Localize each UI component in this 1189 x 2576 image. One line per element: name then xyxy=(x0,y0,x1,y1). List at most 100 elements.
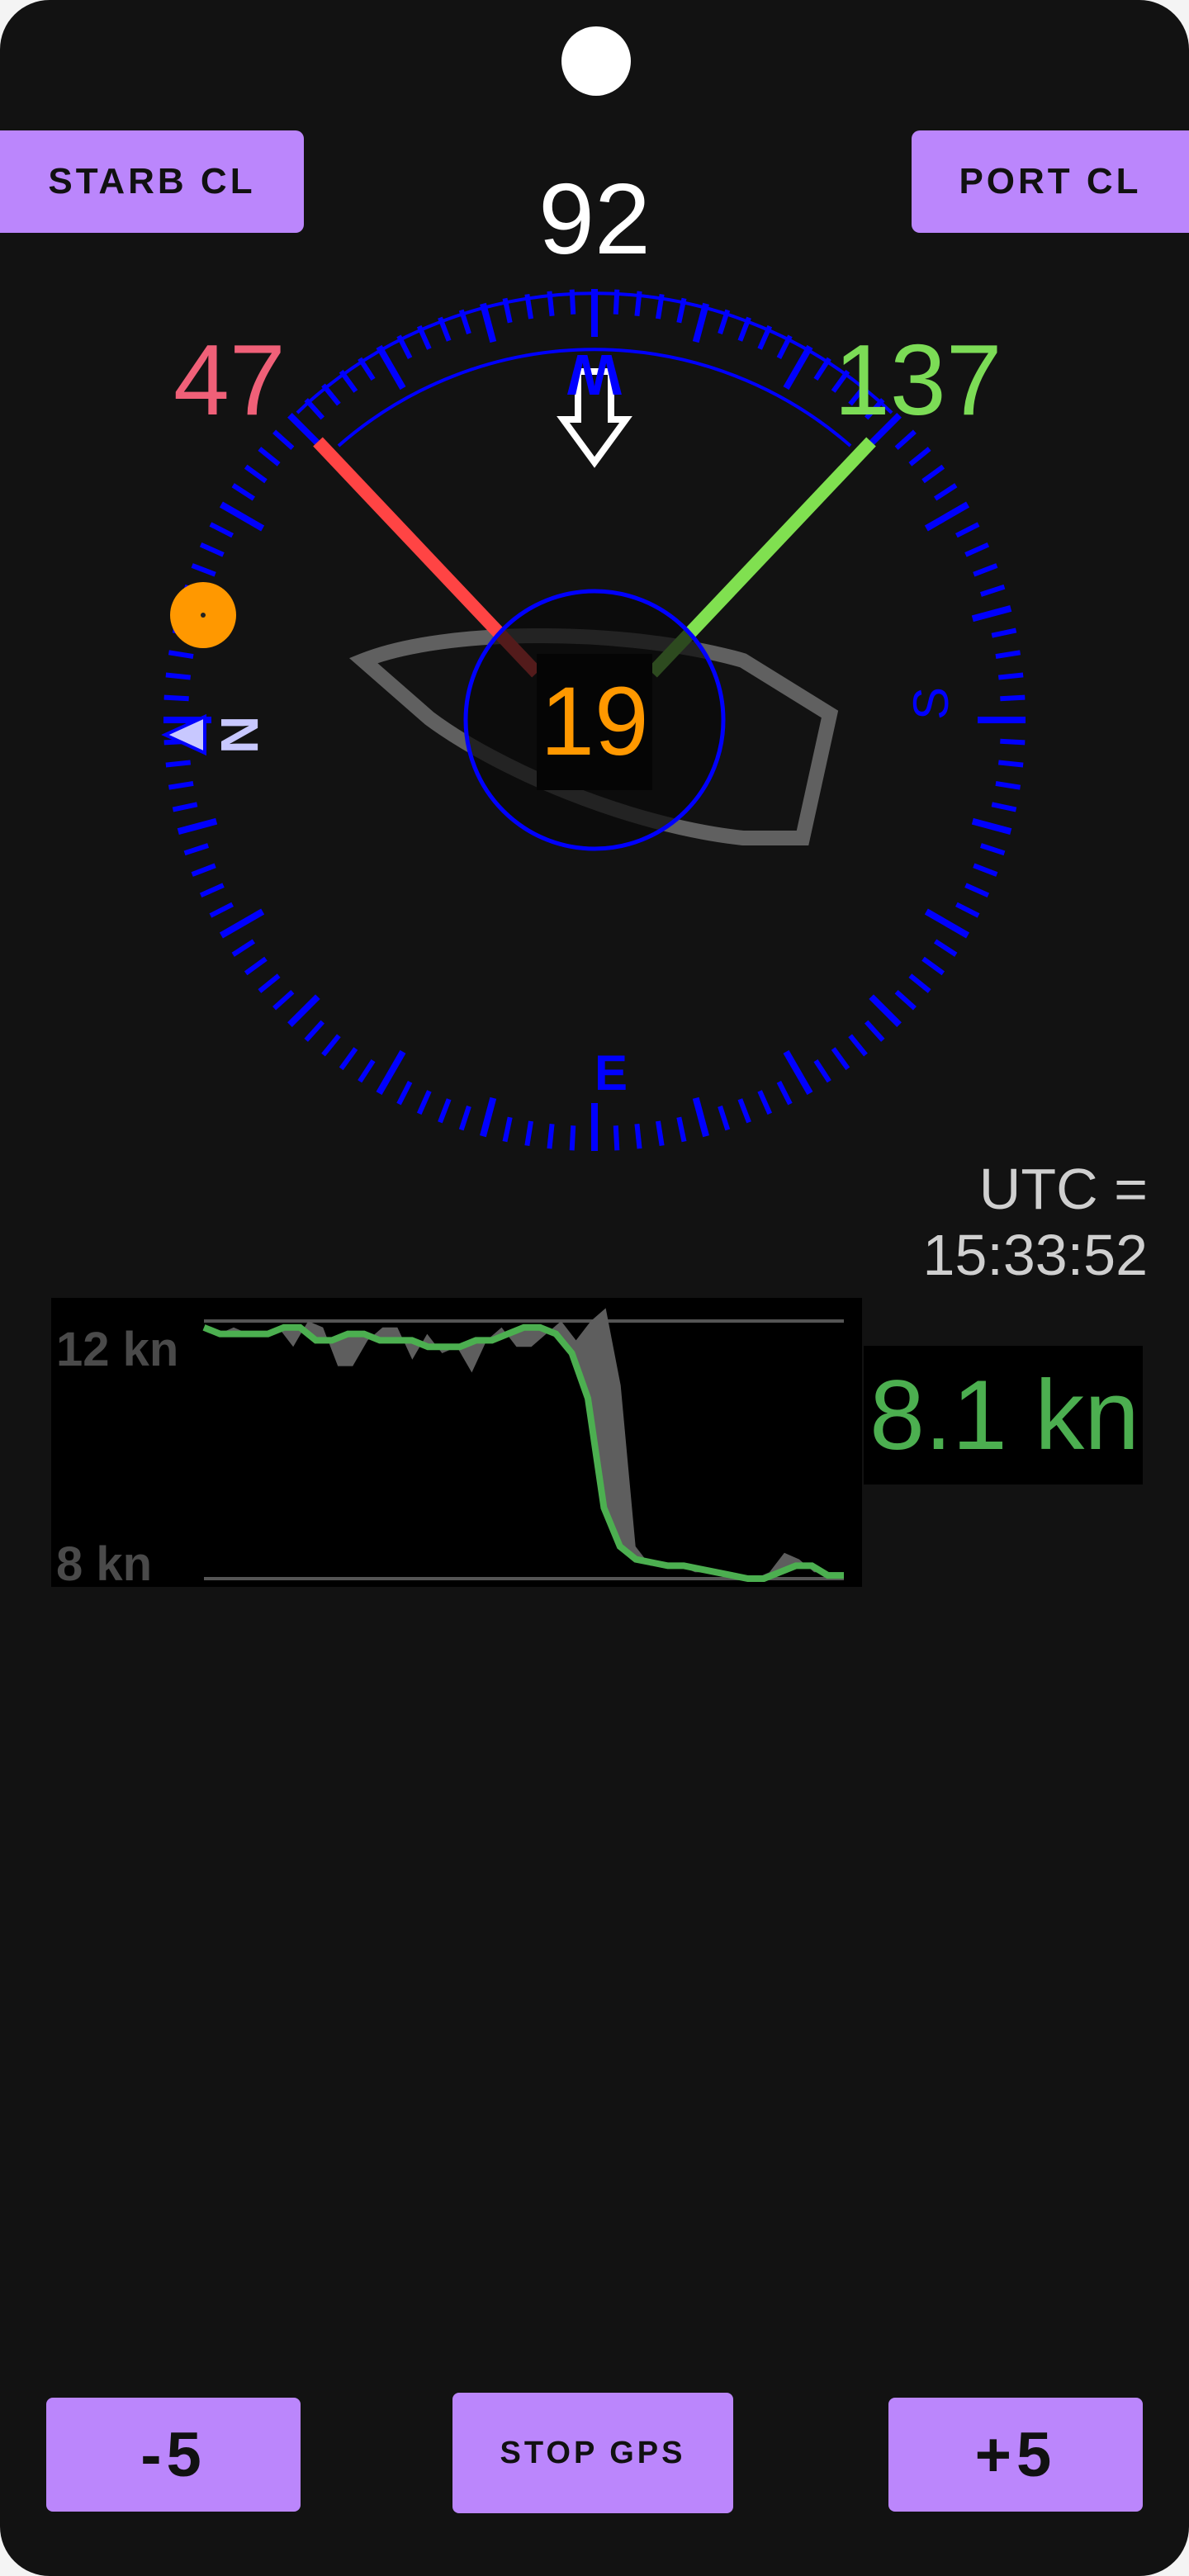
compass-tick xyxy=(924,908,970,939)
compass-tick xyxy=(376,1049,406,1096)
compass-tick xyxy=(163,694,189,702)
heading-value: 92 xyxy=(538,163,651,275)
compass-tick xyxy=(692,302,709,343)
current-speed: 8.1 kn xyxy=(864,1346,1143,1485)
compass-east-label: E xyxy=(594,1045,628,1101)
compass-tick xyxy=(813,1058,831,1083)
compass-tick xyxy=(971,817,1012,835)
compass-tick xyxy=(656,1120,665,1147)
compass-tick xyxy=(177,817,218,835)
compass-tick xyxy=(864,1020,885,1042)
compass-south-label: S xyxy=(903,687,959,720)
compass-tick xyxy=(547,1123,555,1149)
compass-tick xyxy=(168,781,194,790)
compass-tick xyxy=(396,1081,413,1106)
minus-five-button[interactable]: -5 xyxy=(46,2398,301,2512)
compass-tick xyxy=(964,542,990,557)
compass-tick xyxy=(955,522,980,538)
compass-tick xyxy=(613,1125,620,1151)
compass-tick xyxy=(191,563,216,577)
compass-tick xyxy=(634,1123,642,1149)
compass-tick xyxy=(199,883,225,898)
compass-tick xyxy=(964,883,990,898)
compass-tick xyxy=(979,843,1006,856)
compass-tick xyxy=(183,843,210,856)
compass-tick xyxy=(908,973,931,993)
compass-tick xyxy=(933,483,958,501)
utc-time: UTC = 15:33:52 xyxy=(922,1157,1148,1287)
compass-tick xyxy=(991,802,1017,812)
speed-chart: 12 kn 8 kn xyxy=(51,1298,862,1591)
compass-tick xyxy=(502,1116,513,1143)
compass-tick xyxy=(676,1116,687,1143)
compass-tick xyxy=(1000,694,1026,702)
compass-tick xyxy=(908,447,931,466)
compass-tick xyxy=(995,781,1021,790)
compass-tick xyxy=(165,760,192,768)
compass-tick xyxy=(869,994,902,1027)
port-angle: 137 xyxy=(834,324,1002,436)
compass-tick xyxy=(209,522,234,538)
compass-tick xyxy=(272,989,295,1011)
compass-tick xyxy=(692,1096,709,1138)
compass-tick xyxy=(921,956,945,976)
compass-tick xyxy=(438,1098,452,1124)
compass-tick xyxy=(1000,738,1026,746)
speed-raw-area xyxy=(204,1308,844,1579)
compass-tick xyxy=(321,1034,341,1057)
compass-tick xyxy=(244,956,268,976)
compass-tick xyxy=(358,1058,376,1083)
compass-tick xyxy=(258,447,281,466)
compass-tick xyxy=(783,1049,813,1096)
compass-tick xyxy=(339,1047,358,1071)
compass-tick xyxy=(287,413,320,446)
compass-tick xyxy=(991,627,1017,638)
compass-tick xyxy=(933,939,958,957)
compass-tick xyxy=(416,1090,432,1115)
compass-tick xyxy=(480,302,497,343)
compass-tick xyxy=(287,994,320,1027)
compass-tick xyxy=(480,1096,497,1138)
compass-tick xyxy=(244,464,268,484)
compass-tick xyxy=(973,863,998,877)
plus-five-button[interactable]: +5 xyxy=(888,2398,1143,2512)
compass-tick xyxy=(718,1105,731,1131)
compass-tick xyxy=(757,1090,773,1115)
compass-tick xyxy=(737,1098,751,1124)
compass-tick xyxy=(776,1081,793,1106)
chart-top-label: 12 kn xyxy=(56,1323,178,1376)
compass-tick xyxy=(997,672,1024,680)
stop-gps-button[interactable]: STOP GPS xyxy=(452,2393,733,2513)
compass-tick xyxy=(165,672,192,680)
compass-tick xyxy=(894,989,917,1011)
compass-tick xyxy=(304,1020,325,1042)
compass-tick xyxy=(924,501,970,532)
compass-tick xyxy=(209,902,234,918)
compass-tick xyxy=(191,863,216,877)
compass-tick xyxy=(231,483,256,501)
speed-smoothed-line xyxy=(202,1324,844,1582)
chart-bottom-label: 8 kn xyxy=(56,1537,152,1587)
compass-tick xyxy=(569,1125,576,1151)
compass-tick xyxy=(524,1120,533,1147)
compass-tick xyxy=(921,464,945,484)
compass-tick xyxy=(997,760,1024,768)
compass-tick xyxy=(199,542,225,557)
compass-tick xyxy=(973,563,998,577)
compass-tick xyxy=(783,344,813,391)
compass-tick xyxy=(231,939,256,957)
compass-tick xyxy=(848,1034,868,1057)
compass-tick xyxy=(376,344,406,391)
compass-tick xyxy=(172,802,198,812)
center-value: 19 xyxy=(537,654,652,790)
compass-tick xyxy=(971,605,1012,623)
compass-west-label: W xyxy=(567,343,622,407)
app-screen: STARB CL PORT CL W S E N 92 47 137 19 UT… xyxy=(0,0,1189,2576)
compass-tick xyxy=(831,1047,850,1071)
compass-tick xyxy=(955,902,980,918)
starboard-angle: 47 xyxy=(173,324,286,436)
compass-tick xyxy=(219,908,265,939)
compass-tick xyxy=(168,650,194,659)
compass-tick xyxy=(979,584,1006,597)
compass-tick xyxy=(219,501,265,532)
